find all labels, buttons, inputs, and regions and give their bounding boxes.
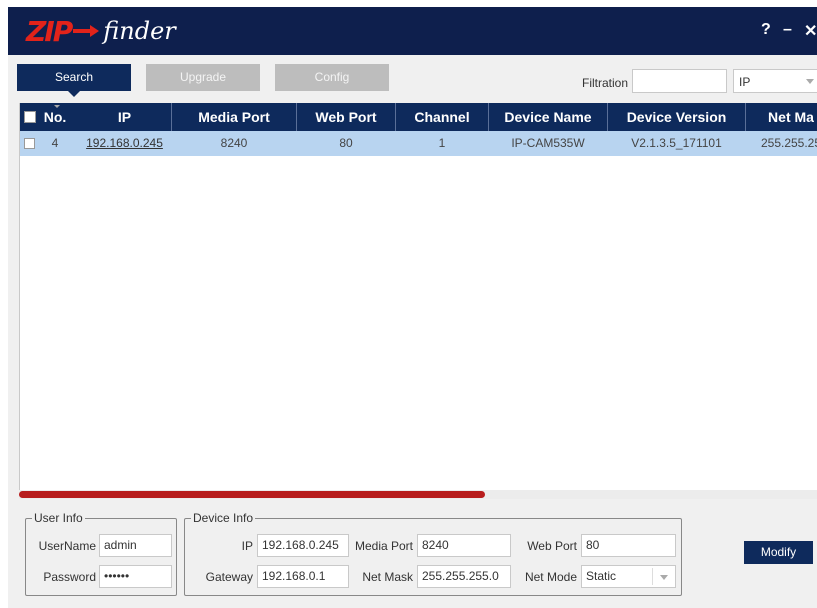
- gateway-field[interactable]: 192.168.0.1: [257, 565, 349, 588]
- header-ip[interactable]: IP: [78, 103, 171, 131]
- gateway-label: Gateway: [205, 570, 253, 584]
- filter-type-select[interactable]: IP: [733, 69, 817, 93]
- password-field[interactable]: ••••••: [99, 565, 172, 588]
- filtration-label: Filtration: [582, 76, 629, 90]
- logo-zip-text: ZIP: [26, 14, 73, 48]
- table-row[interactable]: 4 192.168.0.245 8240 80 1 IP-CAM535W V2.…: [20, 131, 817, 156]
- header-media-port[interactable]: Media Port: [172, 103, 296, 131]
- horizontal-scrollbar[interactable]: [19, 490, 817, 499]
- username-field[interactable]: admin: [99, 534, 172, 557]
- filtration-input[interactable]: [632, 69, 727, 93]
- row-checkbox[interactable]: [24, 138, 35, 149]
- net-mask-label: Net Mask: [362, 570, 413, 584]
- device-info-group: Device Info IP 192.168.0.245 Media Port …: [184, 511, 682, 596]
- device-ip-label: IP: [241, 539, 253, 553]
- cell-media-port: 8240: [220, 136, 248, 150]
- header-device-name[interactable]: Device Name: [489, 103, 607, 131]
- scrollbar-thumb[interactable]: [19, 491, 485, 498]
- header-net-mask[interactable]: Net Ma: [746, 103, 817, 131]
- ip-link[interactable]: 192.168.0.245: [86, 136, 163, 150]
- device-info-title: Device Info: [191, 511, 256, 525]
- user-info-group: User Info UserName admin Password ••••••: [25, 511, 177, 596]
- media-port-field[interactable]: 8240: [417, 534, 511, 557]
- chevron-down-icon: [660, 575, 668, 580]
- upgrade-button[interactable]: Upgrade: [146, 64, 260, 91]
- web-port-label: Web Port: [527, 539, 577, 553]
- info-panel: User Info UserName admin Password ••••••…: [19, 501, 817, 608]
- username-label: UserName: [38, 539, 96, 553]
- config-button[interactable]: Config: [275, 64, 389, 91]
- cell-no: 4: [51, 136, 59, 150]
- logo-arrow-icon: [73, 25, 100, 37]
- cell-net-mask: 255.255.25: [760, 136, 817, 150]
- header-web-port[interactable]: Web Port: [297, 103, 395, 131]
- net-mode-select[interactable]: Static: [581, 565, 676, 588]
- cell-ip[interactable]: 192.168.0.245: [78, 131, 171, 156]
- zip-finder-logo: ZIP finder: [26, 14, 176, 48]
- title-bar: ZIP finder ? – ✕: [8, 7, 817, 55]
- search-button-label: Search: [54, 70, 94, 84]
- logo-finder-text: finder: [103, 17, 176, 45]
- zip-finder-window: ZIP finder ? – ✕ Search Upgrade Config F…: [8, 7, 817, 608]
- device-ip-field[interactable]: 192.168.0.245: [257, 534, 349, 557]
- cell-channel: 1: [438, 136, 446, 150]
- select-divider: [652, 568, 653, 585]
- active-tab-caret-icon: [68, 91, 80, 97]
- help-button[interactable]: ?: [761, 21, 771, 39]
- table-header: No. IP Media Port Web Port Channel Devic…: [20, 103, 817, 131]
- web-port-field[interactable]: 80: [581, 534, 676, 557]
- net-mode-label: Net Mode: [524, 570, 577, 584]
- header-no[interactable]: No.: [40, 103, 70, 131]
- select-all-checkbox[interactable]: [24, 111, 36, 123]
- filter-type-value: IP: [739, 75, 751, 89]
- device-table: No. IP Media Port Web Port Channel Devic…: [19, 103, 817, 498]
- header-channel[interactable]: Channel: [396, 103, 488, 131]
- modify-button[interactable]: Modify: [744, 541, 813, 564]
- header-device-version[interactable]: Device Version: [608, 103, 745, 131]
- net-mode-value: Static: [586, 569, 617, 583]
- cell-device-name: IP-CAM535W: [511, 136, 585, 150]
- net-mask-field[interactable]: 255.255.255.0: [417, 565, 511, 588]
- cell-device-version: V2.1.3.5_171101: [631, 136, 722, 150]
- close-button[interactable]: ✕: [804, 21, 817, 41]
- toolbar: Search Upgrade Config Filtration IP: [8, 55, 817, 103]
- chevron-down-icon: [806, 79, 814, 84]
- media-port-label: Media Port: [354, 539, 413, 553]
- cell-web-port: 80: [339, 136, 353, 150]
- search-button[interactable]: Search: [17, 64, 131, 97]
- password-label: Password: [43, 570, 96, 584]
- user-info-title: User Info: [32, 511, 85, 525]
- minimize-button[interactable]: –: [783, 21, 792, 39]
